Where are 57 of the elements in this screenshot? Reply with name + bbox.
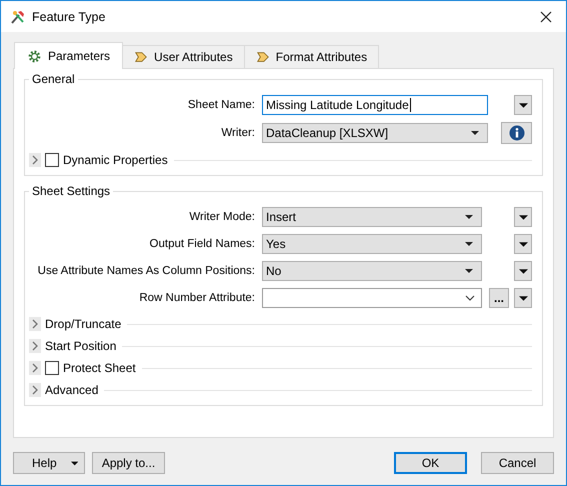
caret-icon	[465, 269, 473, 273]
caret-icon	[518, 296, 528, 300]
menu-button[interactable]	[514, 207, 532, 227]
caret-icon	[465, 242, 473, 246]
field-label: Row Number Attribute:	[138, 292, 255, 304]
dropdown[interactable]: DataCleanup [XLSXW]	[262, 123, 488, 143]
tab[interactable]: Format Attributes	[244, 45, 380, 68]
checkbox[interactable]	[45, 153, 59, 167]
caret-icon	[518, 102, 528, 108]
expand-icon[interactable]	[29, 361, 41, 375]
caret-icon	[70, 460, 78, 466]
dropdown[interactable]: No	[262, 261, 482, 281]
expand-icon[interactable]	[29, 339, 41, 353]
browse-button[interactable]: ...	[489, 288, 509, 308]
group-title: General	[29, 72, 78, 86]
section-header[interactable]: Drop/Truncate	[45, 317, 122, 331]
section-header[interactable]: Protect Sheet	[63, 361, 136, 375]
field-label: Output Field Names:	[148, 238, 255, 250]
field-label: Writer Mode:	[188, 211, 255, 223]
text-field[interactable]: Missing Latitude Longitude	[262, 95, 488, 115]
section-header[interactable]: Dynamic Properties	[63, 153, 168, 167]
arrow-icon	[256, 50, 270, 64]
section-header[interactable]: Start Position	[45, 339, 116, 353]
dropdown[interactable]: Yes	[262, 234, 482, 254]
section-header[interactable]: Advanced	[45, 383, 98, 397]
button[interactable]: Cancel	[481, 452, 554, 474]
info-button[interactable]	[501, 122, 532, 144]
caret-icon	[471, 131, 479, 135]
menu-button[interactable]	[514, 288, 532, 308]
expand-icon[interactable]	[29, 153, 41, 167]
window-title: Feature Type	[32, 10, 106, 24]
chevron-down-icon	[465, 295, 475, 301]
split-button[interactable]: Help	[13, 452, 85, 474]
button[interactable]: Apply to...	[92, 452, 165, 474]
tools-icon	[10, 8, 26, 24]
expand-icon[interactable]	[29, 317, 41, 331]
menu-button[interactable]	[514, 234, 532, 254]
caret-icon	[518, 242, 528, 246]
caret-icon	[465, 215, 473, 219]
caret-icon	[518, 214, 528, 220]
menu-button[interactable]	[514, 261, 532, 281]
combo-box[interactable]	[262, 288, 482, 308]
arrow-icon	[134, 50, 148, 64]
field-label: Writer:	[220, 127, 255, 139]
menu-button[interactable]	[514, 95, 532, 115]
field-label: Use Attribute Names As Column Positions:	[36, 265, 255, 277]
group-title: Sheet Settings	[29, 184, 114, 198]
caret-icon	[518, 268, 528, 274]
checkbox[interactable]	[45, 361, 59, 375]
button[interactable]: OK	[394, 452, 467, 474]
dropdown[interactable]: Insert	[262, 207, 482, 227]
expand-icon[interactable]	[29, 383, 41, 397]
close-icon[interactable]	[540, 10, 552, 22]
tab[interactable]: Parameters	[14, 42, 124, 69]
gear-icon	[27, 48, 42, 64]
field-label: Sheet Name:	[186, 99, 255, 111]
info-icon	[508, 125, 524, 141]
